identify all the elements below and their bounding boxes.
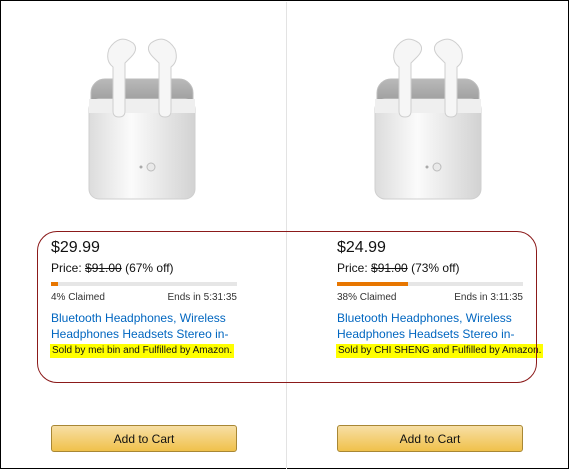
product-image[interactable] — [79, 19, 209, 209]
highlight-annotation-outline — [37, 231, 537, 383]
deals-grid: $29.99 Price: $91.00 (67% off) 4% Claime… — [0, 0, 569, 469]
product-image[interactable] — [365, 19, 495, 209]
add-to-cart-button[interactable]: Add to Cart — [337, 425, 523, 452]
add-to-cart-button[interactable]: Add to Cart — [51, 425, 237, 452]
